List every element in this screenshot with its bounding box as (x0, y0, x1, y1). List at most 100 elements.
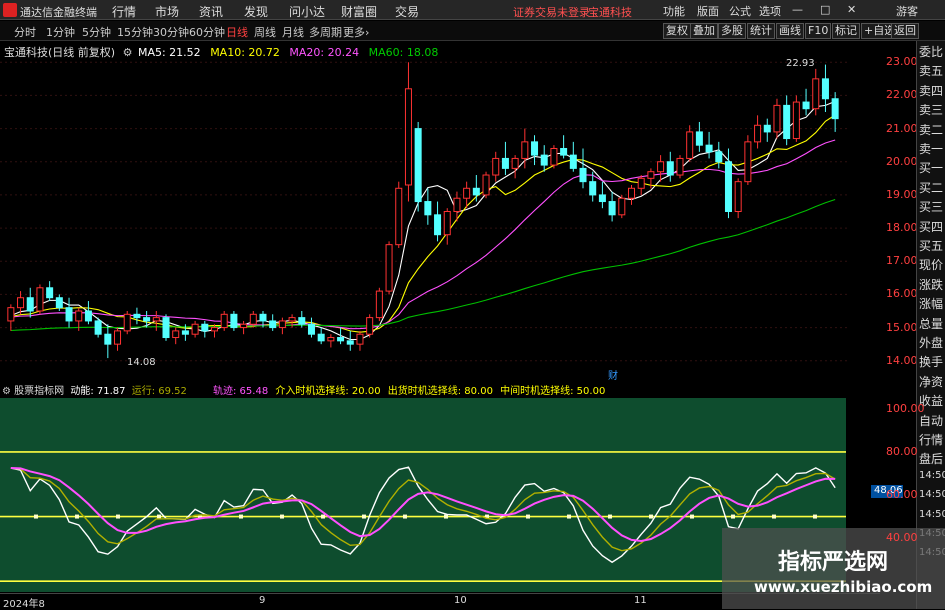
menu-right-item[interactable]: 选项 (759, 3, 781, 19)
indicator-header: ⚙ 股票指标网 动能: 71.87 运行: 69.52 (2, 382, 187, 397)
candle-body (114, 330, 122, 345)
side-panel-item[interactable]: 14:50 (919, 509, 945, 520)
menu-right-item[interactable]: 公式 (729, 3, 751, 19)
candle-body (133, 313, 141, 319)
close-button[interactable]: ✕ (847, 3, 856, 16)
minimize-button[interactable]: — (792, 3, 803, 16)
candlestick-chart[interactable] (0, 41, 880, 379)
candle-body (123, 313, 131, 332)
side-panel-item[interactable]: 行情 (919, 431, 943, 448)
side-panel-item[interactable]: 卖一 (919, 140, 943, 157)
guest-label[interactable]: 游客 (896, 3, 918, 19)
tab-multi-period[interactable]: 多周期 (309, 24, 342, 40)
tab-daily[interactable]: 日线 (226, 24, 248, 40)
menu-item[interactable]: 行情 (112, 3, 136, 20)
tab-weekly[interactable]: 周线 (254, 24, 276, 40)
candle-body (249, 313, 257, 325)
side-panel-item[interactable]: 外盘 (919, 334, 943, 351)
side-panel-item[interactable]: 换手 (919, 353, 943, 370)
button-draw[interactable]: 画线 (776, 23, 804, 39)
level-dot (608, 514, 612, 519)
candle-body (531, 141, 539, 156)
side-panel-item[interactable]: 卖二 (919, 121, 943, 138)
candle-body (259, 313, 267, 322)
side-panel-item[interactable]: 14:50 (919, 470, 945, 481)
chuhuo-value: 出货时机选择线: 80.00 (387, 386, 493, 397)
button-stats[interactable]: 统计 (747, 23, 775, 39)
side-panel-item[interactable]: 买三 (919, 198, 943, 215)
candle-body (705, 144, 713, 153)
candle-body (7, 307, 15, 322)
candle-body (724, 161, 732, 213)
menu-item[interactable]: 问小达 (289, 3, 325, 20)
tab-60min[interactable]: 60分钟 (189, 24, 225, 40)
candle-body (356, 333, 364, 345)
side-panel-item[interactable]: 14:50 (919, 489, 945, 500)
settings-gear-icon[interactable]: ⚙ (123, 46, 133, 59)
button-overlay[interactable]: 叠加 (690, 23, 718, 39)
menu-right-item[interactable]: 版面 (697, 3, 719, 19)
tab-more[interactable]: 更多› (343, 24, 369, 40)
side-panel-item[interactable]: 涨幅 (919, 295, 943, 312)
side-panel-item[interactable]: 盘后 (919, 450, 943, 467)
tab-monthly[interactable]: 月线 (282, 24, 304, 40)
candle-body (55, 297, 63, 309)
button-multi-stock[interactable]: 多股 (718, 23, 746, 39)
button-mark[interactable]: 标记 (832, 23, 860, 39)
candle-body (46, 287, 54, 299)
side-panel-item[interactable]: 卖四 (919, 82, 943, 99)
candle-body (307, 323, 315, 335)
candle-body (191, 323, 199, 335)
tab-30min[interactable]: 30分钟 (153, 24, 189, 40)
period-toolbar: 分时 1分钟 5分钟 15分钟 30分钟 60分钟 日线 周线 月线 多周期 更… (0, 21, 945, 41)
menu-right-item[interactable]: 功能 (663, 3, 685, 19)
side-panel-item[interactable]: 买二 (919, 179, 943, 196)
menu-item[interactable]: 资讯 (199, 3, 223, 20)
stock-link[interactable]: 宝通科技 (588, 4, 632, 20)
candle-body (463, 187, 471, 199)
menu-item[interactable]: 市场 (155, 3, 179, 20)
menu-item[interactable]: 财富圈 (341, 3, 377, 20)
button-fuquan[interactable]: 复权 (663, 23, 691, 39)
price-tick-label: 21.00 (886, 121, 918, 135)
indicator-tick-label: 40.00 (886, 531, 918, 545)
tab-15min[interactable]: 15分钟 (117, 24, 153, 40)
side-panel-item[interactable]: 总量 (919, 315, 943, 332)
side-panel-item[interactable]: 卖三 (919, 101, 943, 118)
side-panel-item[interactable]: 委比 (919, 43, 943, 60)
level-dot (690, 514, 694, 519)
app-title: 通达信金融终端 (20, 6, 97, 19)
side-panel-item[interactable]: 买四 (919, 218, 943, 235)
button-back[interactable]: 返回 (891, 23, 919, 39)
trade-login-notice[interactable]: 证券交易未登录 (513, 4, 590, 20)
tab-1min[interactable]: 1分钟 (46, 24, 75, 40)
side-panel-item[interactable]: 买一 (919, 159, 943, 176)
side-panel-item[interactable]: 净资 (919, 373, 943, 390)
tab-5min[interactable]: 5分钟 (82, 24, 111, 40)
indicator-gear-icon[interactable]: ⚙ (2, 386, 11, 397)
date-label: 9 (259, 595, 266, 606)
menu-item[interactable]: 交易 (395, 3, 419, 20)
side-panel-item[interactable]: 现价 (919, 256, 943, 273)
side-panel-item[interactable]: 卖五 (919, 62, 943, 79)
candle-body (715, 151, 723, 163)
candle-body (298, 317, 306, 325)
side-panel-item[interactable]: 买五 (919, 237, 943, 254)
candle-body (482, 174, 490, 196)
candle-body (589, 181, 597, 196)
candle-body (812, 78, 820, 110)
date-label: 11 (634, 595, 647, 606)
ma5-line (10, 100, 836, 341)
button-f10[interactable]: F10 (805, 23, 832, 39)
maximize-button[interactable]: □ (820, 3, 830, 16)
side-panel-item[interactable]: 涨跌 (919, 276, 943, 293)
level-dot (444, 514, 448, 519)
ma20-label: MA20: 20.24 (289, 46, 360, 59)
menu-item[interactable]: 发现 (244, 3, 268, 20)
watermark-title: 指标严选网 (778, 550, 889, 575)
indicator-tick-label: 80.00 (886, 444, 918, 458)
tab-fenshi[interactable]: 分时 (14, 24, 36, 40)
candle-body (501, 157, 509, 169)
candle-body (821, 78, 829, 100)
price-tick-label: 23.00 (886, 55, 918, 69)
